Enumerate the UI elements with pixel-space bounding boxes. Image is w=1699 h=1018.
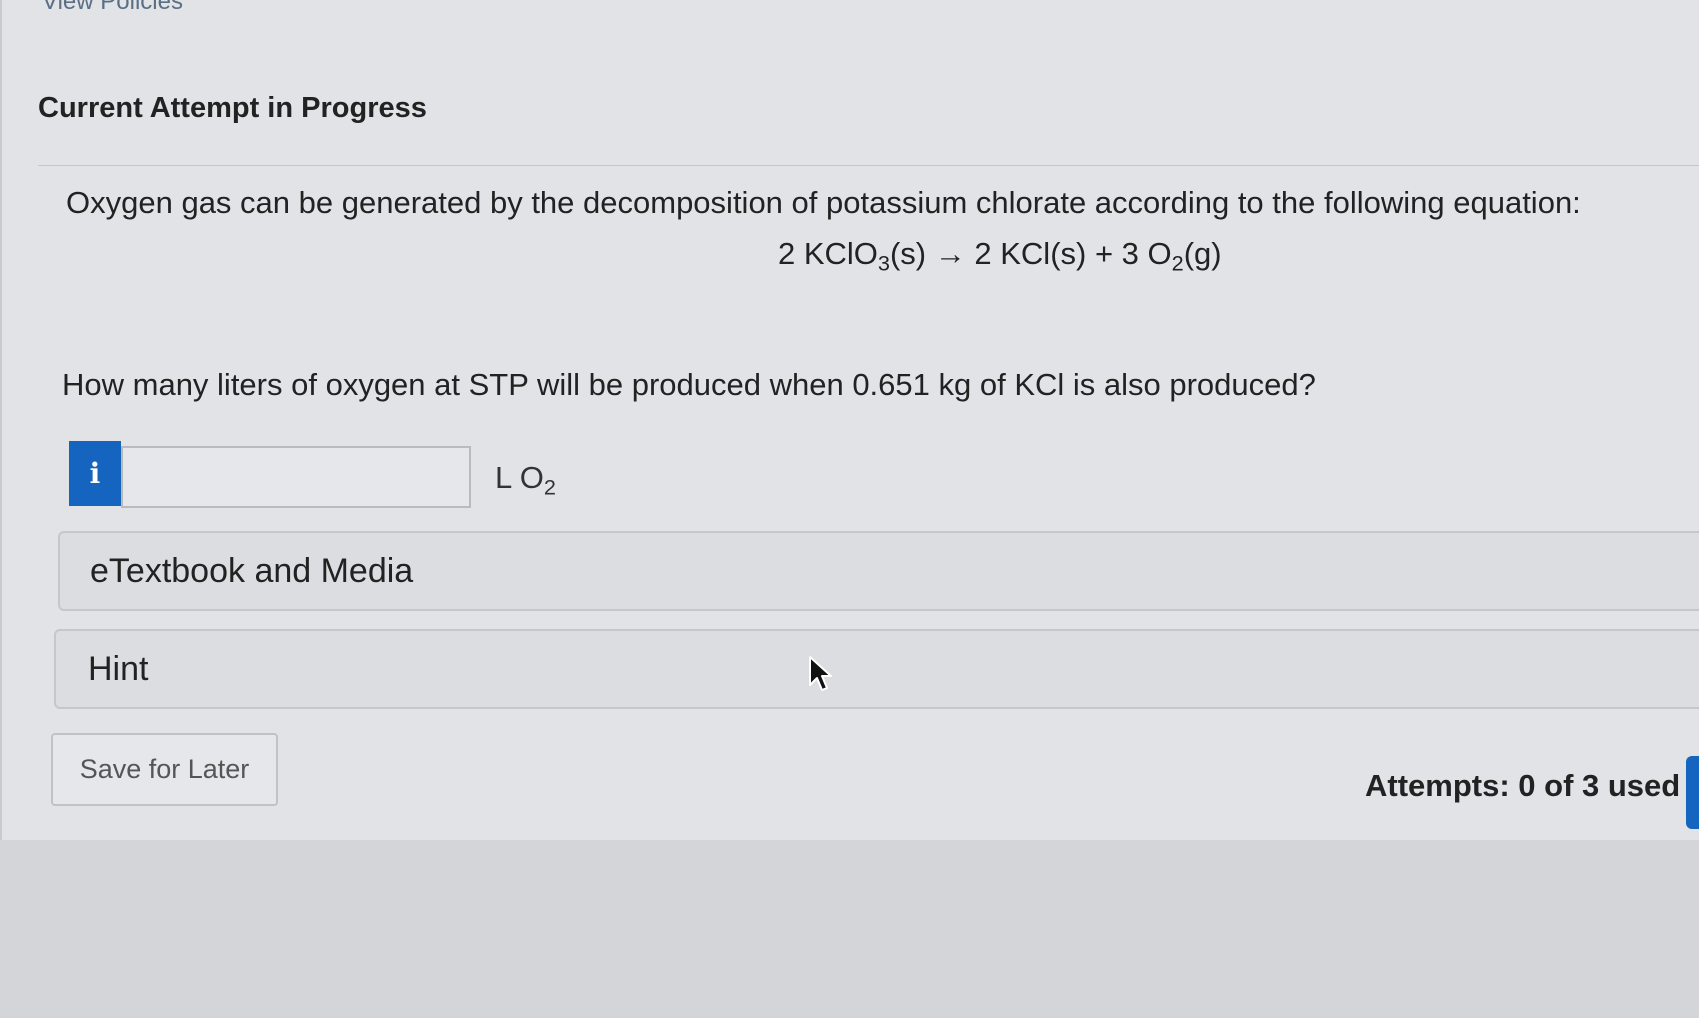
question-prompt: How many liters of oxygen at STP will be…: [62, 367, 1316, 402]
equation-product-state: (g): [1183, 236, 1222, 271]
info-icon[interactable]: i: [69, 441, 121, 506]
question-intro: Oxygen gas can be generated by the decom…: [66, 185, 1581, 220]
chemical-equation: 2 KClO3(s) → 2 KCl(s) + 3 O2(g): [778, 236, 1222, 277]
hint-panel[interactable]: Hint: [54, 629, 1699, 709]
etextbook-label: eTextbook and Media: [90, 551, 414, 590]
mouse-pointer-icon: [809, 656, 832, 691]
hint-label: Hint: [88, 649, 149, 688]
equation-reactant-subscript: 3: [877, 250, 890, 276]
answer-input[interactable]: [121, 446, 471, 508]
divider: [38, 165, 1699, 166]
equation-reactant-state: (s): [889, 236, 927, 271]
attempts-counter: Attempts: 0 of 3 used: [1365, 768, 1681, 803]
answer-unit: L O2: [495, 460, 556, 501]
reaction-arrow: →: [934, 236, 966, 271]
page-background: [0, 840, 1699, 1018]
view-policies-link[interactable]: View Policies: [42, 0, 183, 16]
equation-reactant: 2 KClO: [778, 236, 878, 271]
etextbook-panel[interactable]: eTextbook and Media: [58, 531, 1699, 611]
equation-products: 2 KCl(s) + 3 O: [974, 236, 1172, 271]
attempt-title: Current Attempt in Progress: [38, 92, 427, 124]
unit-text: L O: [495, 460, 544, 495]
equation-product-subscript: 2: [1171, 250, 1184, 276]
assignment-page: View Policies Current Attempt in Progres…: [2, 0, 1699, 840]
save-for-later-button[interactable]: Save for Later: [51, 733, 278, 806]
unit-subscript: 2: [543, 474, 556, 500]
submit-button[interactable]: [1686, 756, 1699, 829]
